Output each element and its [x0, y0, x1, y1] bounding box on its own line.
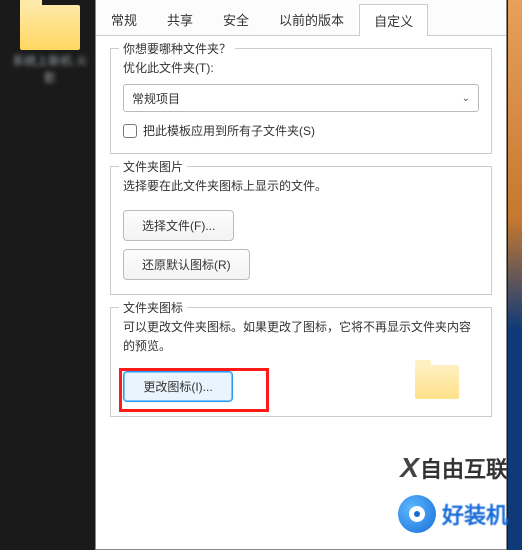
apply-subfolders-checkbox[interactable] [123, 124, 137, 138]
tab-sharing[interactable]: 共享 [152, 3, 208, 35]
watermark-circle-icon [398, 495, 436, 533]
tab-general[interactable]: 常规 [96, 3, 152, 35]
folder-picture-legend: 文件夹图片 [119, 158, 187, 175]
restore-default-button[interactable]: 还原默认图标(R) [123, 249, 250, 280]
watermark-haozhuangji: 好装机 [398, 495, 508, 533]
watermark-text-1: 自由互联 [420, 452, 508, 484]
apply-subfolders-label: 把此模板应用到所有子文件夹(S) [143, 122, 315, 139]
desktop-area: 系统上新机 火影 [0, 0, 100, 550]
folder-icon-group: 文件夹图标 可以更改文件夹图标。如果更改了图标，它将不再显示文件夹内容的预览。 … [110, 307, 492, 416]
apply-subfolders-row[interactable]: 把此模板应用到所有子文件夹(S) [123, 122, 479, 139]
change-icon-button[interactable]: 更改图标(I)... [123, 371, 233, 402]
folder-icon[interactable] [20, 5, 80, 50]
choose-file-button[interactable]: 选择文件(F)... [123, 210, 234, 241]
watermark-text-2: 好装机 [442, 498, 508, 530]
background-edge [508, 0, 522, 550]
folder-picture-group: 文件夹图片 选择要在此文件夹图标上显示的文件。 选择文件(F)... 还原默认图… [110, 166, 492, 295]
tab-customize[interactable]: 自定义 [359, 4, 428, 36]
folder-picture-desc: 选择要在此文件夹图标上显示的文件。 [123, 177, 479, 196]
watermark-x-icon: X [400, 452, 416, 484]
optimize-label: 优化此文件夹(T): [123, 59, 479, 76]
chevron-down-icon: ⌄ [462, 93, 470, 104]
optimize-select[interactable]: 常规项目 ⌄ [123, 84, 479, 112]
optimize-select-value: 常规项目 [132, 90, 180, 107]
folder-preview-icon [415, 365, 459, 399]
tab-security[interactable]: 安全 [208, 3, 264, 35]
tab-strip: 常规 共享 安全 以前的版本 自定义 [96, 0, 506, 36]
folder-icon-desc: 可以更改文件夹图标。如果更改了图标，它将不再显示文件夹内容的预览。 [123, 318, 479, 356]
folder-type-legend: 你想要哪种文件夹？ [119, 40, 235, 57]
watermark-ziyouhulian: X 自由互联 [400, 452, 508, 484]
folder-type-group: 你想要哪种文件夹？ 优化此文件夹(T): 常规项目 ⌄ 把此模板应用到所有子文件… [110, 48, 492, 154]
folder-label: 系统上新机 火影 [10, 52, 90, 86]
folder-icon-legend: 文件夹图标 [119, 299, 187, 316]
tab-previous-versions[interactable]: 以前的版本 [264, 3, 359, 35]
